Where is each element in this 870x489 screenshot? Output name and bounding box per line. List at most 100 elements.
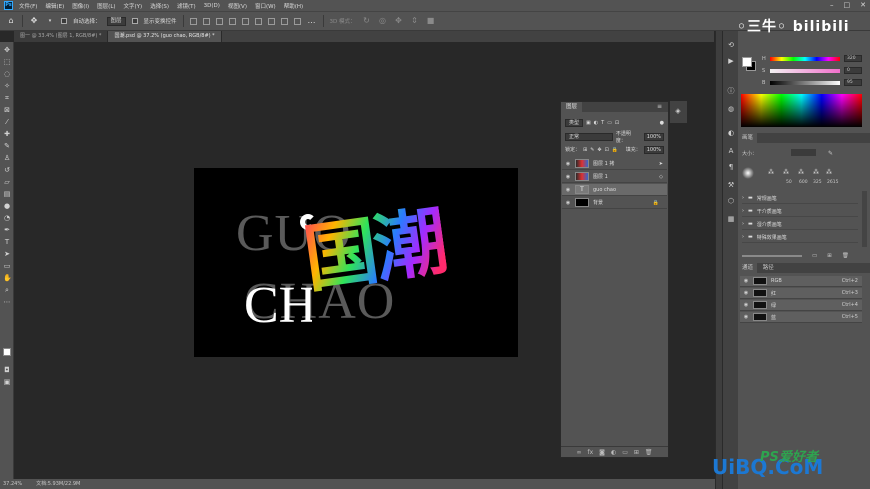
saturation-slider[interactable] [770, 68, 840, 73]
layer-name[interactable]: 图层 1 拷 [593, 160, 614, 167]
more-tools-icon[interactable]: ⋯ [3, 298, 11, 306]
tool-presets-icon[interactable]: ⚒ [727, 181, 735, 189]
visibility-eye-icon[interactable]: ◉ [742, 302, 750, 308]
align-left-icon[interactable] [189, 17, 197, 25]
layer-row[interactable]: ◉ 背景 🔒 [562, 197, 667, 209]
menu-filter[interactable]: 滤镜(T) [177, 2, 196, 10]
layer-filter-dropdown[interactable]: 类型 [565, 118, 584, 127]
dodge-tool-icon[interactable]: ◔ [3, 214, 11, 222]
hand-tool-icon[interactable]: ✋ [3, 274, 12, 282]
brush-folder[interactable]: › ▬ 干介质画笔 [742, 206, 858, 217]
character-icon[interactable]: A [727, 147, 735, 155]
channel-row[interactable]: ◉ 绿 Ctrl+4 [740, 300, 862, 311]
blend-mode-dropdown[interactable]: 正常 [565, 132, 613, 141]
layers-dock-icon[interactable]: ◈ [674, 107, 682, 115]
visibility-eye-icon[interactable]: ◉ [742, 290, 750, 296]
minimize-button[interactable]: – [830, 1, 834, 9]
layer-name[interactable]: 背景 [593, 199, 603, 206]
tab-layers[interactable]: 图层 [561, 102, 583, 112]
chevron-down-icon[interactable]: ▾ [45, 16, 55, 26]
lock-paint-icon[interactable]: ✎ [590, 147, 594, 153]
info-icon[interactable]: ⓘ [727, 87, 735, 95]
3d-rotate-icon[interactable]: ↻ [362, 16, 372, 26]
brightness-input[interactable]: 95 [844, 79, 862, 86]
document-size[interactable]: 文档:5.93M/22.9M [36, 479, 80, 489]
play-actions-icon[interactable]: ▶ [727, 57, 735, 65]
tab-document-2[interactable]: 国潮.psd @ 37.2% (guo chao, RGB/8#) * [108, 31, 222, 42]
pen-tool-icon[interactable]: ✒ [3, 226, 11, 234]
filter-shape-icon[interactable]: ▭ [607, 120, 612, 126]
document-canvas[interactable]: GUO CHAO CH 国潮 [194, 168, 518, 357]
visibility-eye-icon[interactable]: ◉ [742, 278, 750, 284]
layer-row[interactable]: ◉ 图层 1 拷 ➤ [562, 158, 667, 170]
brush-preset-1[interactable]: ⁂ [768, 169, 774, 176]
lock-pixels-icon[interactable]: ⊞ [583, 147, 587, 153]
lock-artboard-icon[interactable]: ⊡ [605, 147, 609, 153]
menu-select[interactable]: 选择(S) [150, 2, 169, 10]
eyedropper-tool-icon[interactable]: ⁄ [3, 118, 11, 126]
layer-effects-icon[interactable]: ◇ [659, 174, 663, 180]
3d-pan-icon[interactable]: ✥ [394, 16, 404, 26]
auto-select-dropdown[interactable]: 图层 [106, 16, 126, 26]
filter-smart-icon[interactable]: ⊡ [615, 120, 619, 126]
align-middle-icon[interactable] [241, 17, 249, 25]
foreground-swatch[interactable] [742, 57, 752, 67]
menu-type[interactable]: 文字(Y) [124, 2, 143, 10]
tab-brushes[interactable]: 画笔 [738, 133, 758, 143]
new-brush-icon[interactable]: ⊞ [827, 253, 832, 259]
group-icon[interactable]: ▭ [622, 449, 628, 456]
blur-tool-icon[interactable]: ● [3, 202, 11, 210]
filter-adjust-icon[interactable]: ◐ [594, 120, 598, 126]
align-center-icon[interactable] [202, 17, 210, 25]
gradient-tool-icon[interactable]: ▤ [3, 190, 11, 198]
layer-name[interactable]: 图层 1 [593, 173, 608, 180]
3d-slide-icon[interactable]: ⇕ [410, 16, 420, 26]
menu-window[interactable]: 窗口(W) [255, 2, 276, 10]
screen-mode-icon[interactable]: ▣ [3, 378, 11, 386]
brush-folder[interactable]: › ▬ 特殊效果画笔 [742, 232, 858, 243]
link-layers-icon[interactable]: ∞ [576, 449, 581, 456]
brush-preset-5[interactable]: ⁂ [826, 169, 832, 176]
libraries-icon[interactable]: ▦ [727, 215, 735, 223]
close-button[interactable]: ✕ [860, 1, 866, 9]
brush-list-scrollbar[interactable] [862, 191, 867, 247]
visibility-eye-icon[interactable]: ◉ [564, 174, 572, 180]
lock-position-icon[interactable]: ✥ [597, 147, 601, 153]
eraser-tool-icon[interactable]: ▱ [3, 178, 11, 186]
clone-stamp-tool-icon[interactable]: ♙ [3, 154, 11, 162]
filter-toggle-icon[interactable]: ● [660, 120, 664, 126]
new-layer-icon[interactable]: ⊞ [634, 449, 639, 456]
zoom-tool-icon[interactable]: ⌕ [3, 286, 11, 294]
menu-help[interactable]: 帮助(H) [284, 2, 303, 10]
menu-view[interactable]: 视图(V) [228, 2, 247, 10]
adjustments-icon[interactable]: ◐ [727, 129, 735, 137]
channel-row[interactable]: ◉ 红 Ctrl+3 [740, 288, 862, 299]
brush-preset-2[interactable]: ⁂ [783, 169, 789, 176]
frame-tool-icon[interactable]: ⊠ [3, 106, 11, 114]
properties-icon[interactable]: ◍ [727, 105, 735, 113]
channel-row[interactable]: ◉ 蓝 Ctrl+5 [740, 312, 862, 323]
hue-slider[interactable] [770, 56, 840, 61]
brush-tool-icon[interactable]: ✎ [3, 142, 11, 150]
lasso-tool-icon[interactable]: ◌ [3, 70, 11, 78]
menu-layer[interactable]: 图层(L) [97, 2, 115, 10]
fill-input[interactable]: 100% [643, 145, 664, 154]
zoom-level[interactable]: 37.24% [3, 479, 22, 489]
panel-menu-icon[interactable]: ≡ [657, 103, 662, 110]
add-mask-icon[interactable]: ◙ [599, 449, 605, 456]
brush-size-input[interactable] [791, 149, 816, 156]
delete-layer-icon[interactable]: 🗑 [645, 449, 653, 456]
magic-wand-tool-icon[interactable]: ✧ [3, 82, 11, 90]
crop-tool-icon[interactable]: ⌗ [3, 94, 11, 102]
visibility-eye-icon[interactable]: ◉ [564, 200, 572, 206]
saturation-input[interactable]: 0 [844, 67, 862, 74]
foreground-color-swatch[interactable] [3, 348, 11, 356]
move-tool-icon[interactable]: ✥ [3, 46, 11, 54]
show-transform-checkbox[interactable] [131, 18, 138, 24]
distribute-h-icon[interactable] [280, 17, 288, 25]
lock-all-icon[interactable]: 🔒 [612, 147, 618, 153]
more-icon[interactable]: … [307, 16, 317, 26]
align-right-icon[interactable] [215, 17, 223, 25]
opacity-input[interactable]: 100% [643, 132, 664, 141]
brush-preview-slider[interactable] [742, 254, 802, 257]
